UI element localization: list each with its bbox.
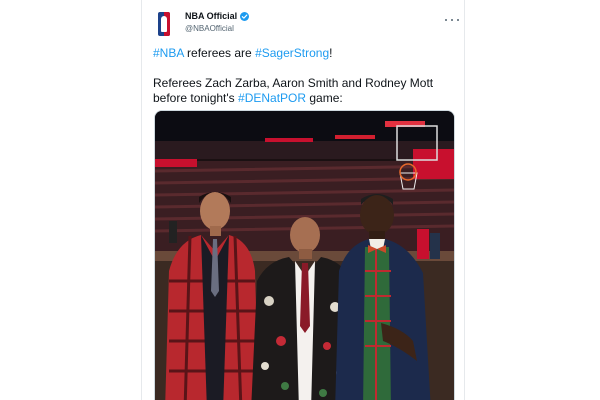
nba-logo-icon[interactable] [158, 12, 170, 36]
handle[interactable]: @NBAOfficial [185, 24, 234, 33]
tweet-text-segment: ! [329, 46, 333, 60]
photo-scene [155, 111, 454, 400]
tweet-text-segment: game: [306, 91, 343, 105]
tweet-header: NBA Official @NBAOfficial [154, 10, 459, 40]
tweet-text-segment: referees are [183, 46, 256, 60]
hashtag-sagerstrong[interactable]: #SagerStrong [255, 46, 329, 60]
more-options-icon[interactable] [445, 15, 459, 25]
display-name[interactable]: NBA Official [185, 11, 237, 21]
avatar-silhouette [161, 16, 167, 32]
hashtag-denatpor[interactable]: #DENatPOR [238, 91, 306, 105]
tweet-line-3: before tonight's #DENatPOR game: [153, 91, 453, 106]
tweet-text: #NBA referees are #SagerStrong! Referees… [153, 46, 453, 106]
tweet-line-1: #NBA referees are #SagerStrong! [153, 46, 453, 61]
tweet-text-segment: before tonight's [153, 91, 239, 105]
tweet-photo[interactable] [154, 110, 455, 400]
tweet-line-2: Referees Zach Zarba, Aaron Smith and Rod… [153, 76, 434, 90]
hashtag-nba[interactable]: #NBA [153, 46, 184, 60]
name-row: NBA Official [185, 11, 250, 21]
tweet-card: NBA Official @NBAOfficial #NBA referees … [141, 0, 465, 400]
verified-badge-icon [240, 11, 250, 21]
